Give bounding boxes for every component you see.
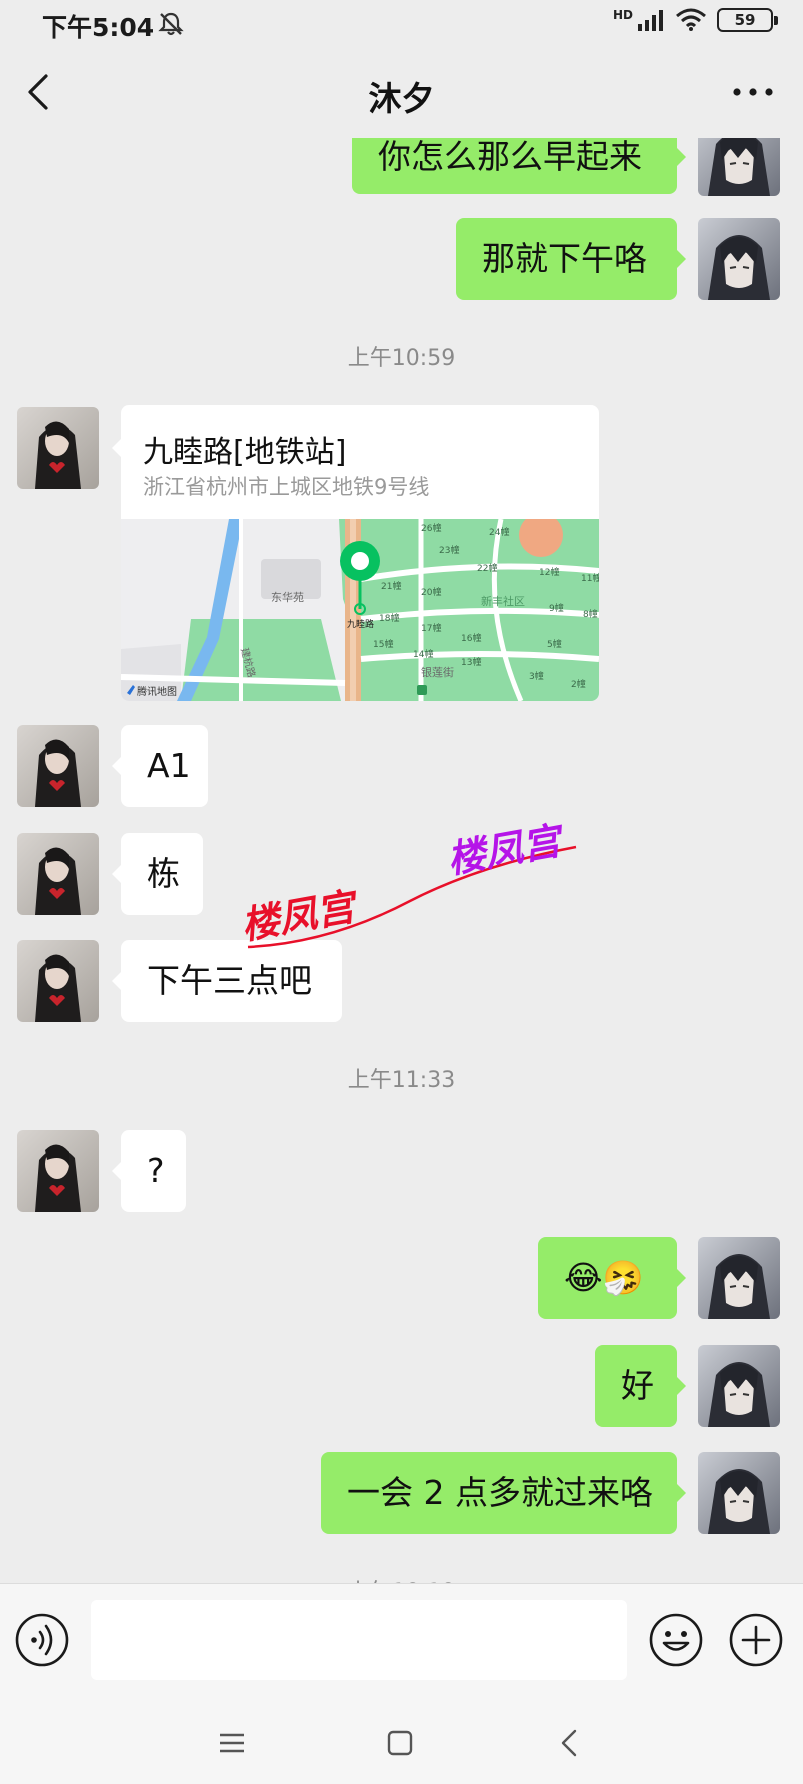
home-square-icon — [387, 1730, 413, 1756]
message-list[interactable]: 你怎么那么早起来 那就下午咯 上午10:59 九睦路[地铁站] 浙江省杭州市上城… — [0, 138, 803, 1583]
my-avatar[interactable] — [698, 138, 780, 196]
contact-photo-image — [17, 833, 99, 915]
message-bubble-received[interactable]: A1 — [112, 725, 208, 807]
network-type-label: HD — [612, 8, 633, 22]
emoji-icon — [649, 1613, 703, 1667]
location-card[interactable]: 九睦路[地铁站] 浙江省杭州市上城区地铁9号线 东华苑 新丰社区 银莲街 建杭路… — [121, 405, 599, 701]
svg-text:13幢: 13幢 — [461, 656, 481, 668]
message-text: ? — [147, 1151, 165, 1191]
svg-text:21幢: 21幢 — [381, 580, 401, 592]
message-text: 你怎么那么早起来 — [378, 138, 642, 177]
svg-text:11幢: 11幢 — [581, 572, 599, 584]
message-timestamp: 上午10:59 — [347, 346, 456, 371]
chat-title: 沐夕 — [368, 79, 435, 118]
contact-photo-image — [17, 407, 99, 489]
battery-level: 59 — [734, 11, 756, 29]
recents-button[interactable] — [216, 1727, 248, 1759]
contact-avatar[interactable] — [17, 833, 99, 915]
anime-avatar-image — [698, 1237, 780, 1319]
contact-photo-image — [17, 1130, 99, 1212]
message-bubble-sent[interactable]: 😂🤧 — [538, 1237, 686, 1319]
svg-text:14幢: 14幢 — [413, 648, 433, 660]
map-label: 新丰社区 — [481, 594, 525, 608]
message-text: 下午三点吧 — [147, 961, 312, 1001]
more-dots-icon — [733, 88, 773, 96]
svg-text:12幢: 12幢 — [539, 566, 559, 578]
contact-avatar[interactable] — [17, 725, 99, 807]
svg-text:26幢: 26幢 — [421, 522, 441, 534]
status-bar: 下午5:04 HD 59 — [0, 0, 803, 46]
svg-text:5幢: 5幢 — [547, 638, 562, 650]
svg-text:15幢: 15幢 — [373, 638, 393, 650]
message-bubble-sent[interactable]: 好 — [595, 1345, 686, 1427]
voice-icon — [15, 1613, 69, 1667]
svg-text:8幢: 8幢 — [583, 608, 598, 620]
message-text: 一会 2 点多就过来咯 — [347, 1473, 653, 1513]
system-back-button[interactable] — [554, 1727, 586, 1759]
status-time: 下午5:04 — [42, 13, 155, 42]
my-avatar[interactable] — [698, 1452, 780, 1534]
contact-photo-image — [17, 940, 99, 1022]
svg-text:18幢: 18幢 — [379, 612, 399, 624]
svg-text:9幢: 9幢 — [549, 602, 564, 614]
voice-input-button[interactable] — [14, 1612, 70, 1668]
map-label: 东华苑 — [271, 590, 304, 604]
contact-photo-image — [17, 725, 99, 807]
contact-avatar[interactable] — [17, 940, 99, 1022]
svg-text:2幢: 2幢 — [571, 678, 586, 690]
message-bubble-received[interactable]: 栋 — [112, 833, 203, 915]
anime-avatar-image — [698, 1452, 780, 1534]
message-text: 好 — [621, 1366, 654, 1406]
message-bubble-sent[interactable]: 一会 2 点多就过来咯 — [321, 1452, 686, 1534]
my-avatar[interactable] — [698, 1237, 780, 1319]
contact-avatar[interactable] — [17, 1130, 99, 1212]
map-label: 银莲街 — [421, 665, 454, 679]
message-text-input[interactable] — [91, 1600, 627, 1680]
wifi-icon — [676, 8, 706, 31]
svg-text:20幢: 20幢 — [421, 586, 441, 598]
svg-text:17幢: 17幢 — [421, 622, 441, 634]
emoji-button[interactable] — [648, 1612, 704, 1668]
svg-text:22幢: 22幢 — [477, 562, 497, 574]
my-avatar[interactable] — [698, 218, 780, 300]
my-avatar[interactable] — [698, 1345, 780, 1427]
mute-bell-icon — [158, 12, 184, 36]
chat-header: 沐夕 — [0, 46, 803, 138]
message-text: A1 — [147, 746, 191, 786]
location-name: 九睦路[地铁站] — [143, 435, 347, 470]
battery-indicator: 59 — [717, 8, 778, 32]
message-timestamp: 上午11:33 — [347, 1068, 456, 1093]
message-bubble-sent[interactable]: 那就下午咯 — [456, 218, 686, 300]
message-timestamp: 上午10:10 — [0, 1574, 803, 1583]
anime-avatar-image — [698, 1345, 780, 1427]
contact-avatar[interactable] — [17, 407, 99, 489]
message-text: 😂🤧 — [564, 1258, 644, 1298]
home-button[interactable] — [384, 1727, 416, 1759]
anime-avatar-image — [698, 218, 780, 300]
signal-icon — [638, 10, 663, 31]
message-bubble-received[interactable]: ? — [112, 1130, 186, 1212]
message-text: 那就下午咯 — [482, 239, 647, 279]
svg-text:24幢: 24幢 — [489, 526, 509, 538]
message-input-bar — [0, 1583, 803, 1699]
back-triangle-icon — [561, 1729, 577, 1757]
map-provider-label: 腾讯地图 — [137, 685, 177, 698]
svg-text:3幢: 3幢 — [529, 670, 544, 682]
menu-lines-icon — [220, 1733, 244, 1753]
system-navigation-bar — [0, 1699, 803, 1784]
message-bubble-received[interactable]: 下午三点吧 — [112, 940, 342, 1022]
more-options-button[interactable] — [729, 76, 777, 108]
svg-text:16幢: 16幢 — [461, 632, 481, 644]
plus-circle-icon — [729, 1613, 783, 1667]
location-map: 东华苑 新丰社区 银莲街 建杭路 26幢 24幢 23幢 22幢 21幢 20幢… — [121, 519, 599, 701]
more-functions-button[interactable] — [728, 1612, 784, 1668]
map-pin-label: 九睦路 — [347, 618, 374, 630]
message-bubble-sent[interactable]: 你怎么那么早起来 — [352, 138, 686, 194]
location-address: 浙江省杭州市上城区地铁9号线 — [143, 475, 430, 499]
anime-avatar-image — [698, 138, 780, 196]
svg-text:23幢: 23幢 — [439, 544, 459, 556]
message-text: 栋 — [147, 854, 180, 894]
